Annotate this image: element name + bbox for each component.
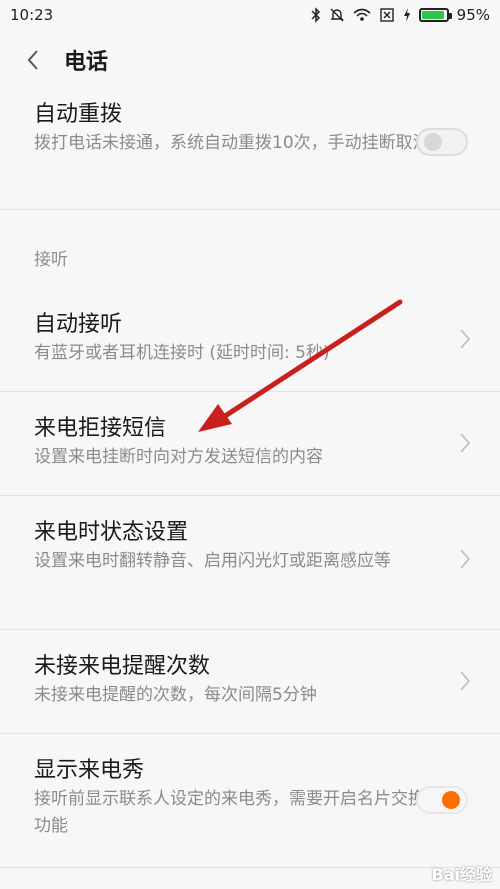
status-icons: 95% <box>311 6 490 24</box>
battery-fill <box>421 11 445 19</box>
setting-caller-show[interactable]: 显示来电秀 接听前显示联系人设定的来电秀，需要开启名片交换功能 <box>0 734 500 868</box>
setting-reject-sms[interactable]: 来电拒接短信 设置来电挂断时向对方发送短信的内容 <box>0 392 500 496</box>
chevron-right-icon <box>460 671 471 691</box>
status-bar: 10:23 95% <box>0 0 500 30</box>
back-button[interactable] <box>18 45 48 75</box>
setting-title: 自动重拨 <box>34 102 123 127</box>
setting-title: 未接来电提醒次数 <box>34 654 211 679</box>
setting-missed-reminder[interactable]: 未接来电提醒次数 未接来电提醒的次数，每次间隔5分钟 <box>0 630 500 734</box>
setting-desc: 接听前显示联系人设定的来电秀，需要开启名片交换功能 <box>34 789 425 836</box>
setting-desc: 拨打电话未接通，系统自动重拨10次，手动挂断取消 <box>34 133 430 153</box>
bluetooth-icon <box>311 7 320 23</box>
mute-bell-icon <box>329 8 344 22</box>
setting-title: 来电拒接短信 <box>34 416 167 441</box>
setting-desc: 未接来电提醒的次数，每次间隔5分钟 <box>34 685 317 705</box>
chevron-right-icon <box>460 329 471 349</box>
chevron-right-icon <box>460 549 471 569</box>
toggle-knob <box>442 791 460 809</box>
setting-auto-answer[interactable]: 自动接听 有蓝牙或者耳机连接时 (延时时间: 5秒) <box>0 290 500 392</box>
setting-call-state[interactable]: 来电时状态设置 设置来电时翻转静音、启用闪光灯或距离感应等 <box>0 496 500 630</box>
auto-redial-toggle[interactable] <box>416 128 468 156</box>
setting-desc: 有蓝牙或者耳机连接时 (延时时间: 5秒) <box>34 343 330 363</box>
status-time: 10:23 <box>10 6 54 24</box>
setting-desc: 设置来电挂断时向对方发送短信的内容 <box>34 447 323 467</box>
caller-show-toggle[interactable] <box>416 786 468 814</box>
battery-percent: 95% <box>456 6 490 24</box>
setting-title: 来电时状态设置 <box>34 520 189 545</box>
wifi-icon <box>353 8 371 21</box>
watermark: Bai经验 <box>431 865 492 884</box>
setting-desc: 设置来电时翻转静音、启用闪光灯或距离感应等 <box>34 551 391 571</box>
page-title: 电话 <box>64 50 109 75</box>
back-arrow-icon <box>27 50 38 70</box>
sim-x-icon <box>379 8 394 22</box>
section-header-answer: 接听 <box>34 250 68 270</box>
app-bar: 电话 <box>0 30 500 90</box>
toggle-knob <box>424 133 442 151</box>
chevron-right-icon <box>460 433 471 453</box>
setting-title: 自动接听 <box>34 312 123 337</box>
charging-icon <box>403 8 410 22</box>
settings-list: 自动重拨 拨打电话未接通，系统自动重拨10次，手动挂断取消 接听 自动接听 有蓝… <box>0 90 500 868</box>
battery-icon <box>418 8 452 22</box>
setting-auto-redial[interactable]: 自动重拨 拨打电话未接通，系统自动重拨10次，手动挂断取消 <box>0 90 500 210</box>
setting-title: 显示来电秀 <box>34 758 145 783</box>
